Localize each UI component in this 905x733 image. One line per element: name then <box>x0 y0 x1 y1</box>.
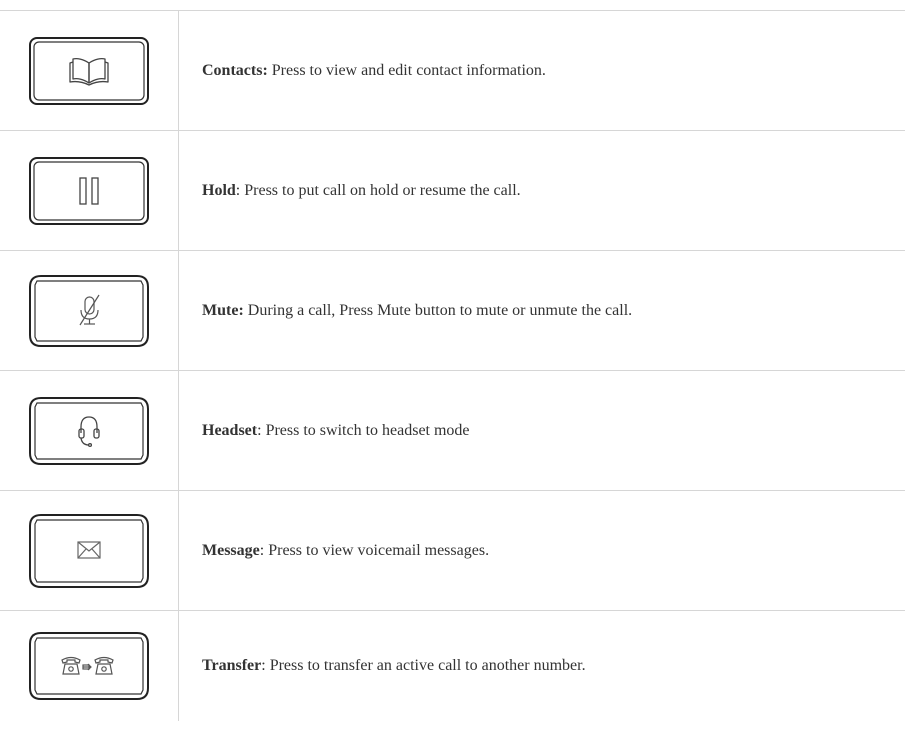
key-description: Press to put call on hold or resume the … <box>240 181 521 199</box>
phone-keys-table: Contacts: Press to view and edit contact… <box>0 10 905 721</box>
icon-cell <box>0 490 179 611</box>
icon-cell <box>0 250 179 371</box>
description-cell: Mute: During a call, Press Mute button t… <box>178 250 905 371</box>
key-name: Transfer <box>202 656 262 674</box>
description-cell: Transfer: Press to transfer an active ca… <box>178 610 905 721</box>
icon-cell <box>0 10 179 131</box>
table-row-message: Message: Press to view voicemail message… <box>0 490 905 611</box>
hold-pause-icon <box>29 156 149 225</box>
key-name: Message <box>202 541 260 559</box>
transfer-phone-icon <box>29 631 149 700</box>
key-description: Press to view voicemail messages. <box>264 541 490 559</box>
key-description: Press to view and edit contact informati… <box>267 61 546 79</box>
table-row-headset: Headset: Press to switch to headset mode <box>0 370 905 491</box>
description-cell: Headset: Press to switch to headset mode <box>178 370 905 491</box>
key-name: Mute <box>202 301 239 319</box>
table-row-hold: Hold: Press to put call on hold or resum… <box>0 130 905 251</box>
icon-cell <box>0 610 179 721</box>
table-row-mute: Mute: During a call, Press Mute button t… <box>0 250 905 371</box>
envelope-message-icon <box>29 513 149 588</box>
icon-cell <box>0 130 179 251</box>
table-row-transfer: Transfer: Press to transfer an active ca… <box>0 610 905 721</box>
key-description: Press to switch to headset mode <box>261 421 470 439</box>
key-description: During a call, Press Mute button to mute… <box>243 301 633 319</box>
icon-cell <box>0 370 179 491</box>
key-name: Hold <box>202 181 236 199</box>
key-description: Press to transfer an active call to anot… <box>265 656 586 674</box>
description-cell: Message: Press to view voicemail message… <box>178 490 905 611</box>
key-name: Headset <box>202 421 258 439</box>
contacts-book-icon <box>29 36 149 105</box>
table-row-contacts: Contacts: Press to view and edit contact… <box>0 10 905 131</box>
description-cell: Hold: Press to put call on hold or resum… <box>178 130 905 251</box>
headset-icon <box>29 396 149 465</box>
key-name: Contacts <box>202 61 263 79</box>
mute-microphone-icon <box>29 274 149 347</box>
description-cell: Contacts: Press to view and edit contact… <box>178 10 905 131</box>
